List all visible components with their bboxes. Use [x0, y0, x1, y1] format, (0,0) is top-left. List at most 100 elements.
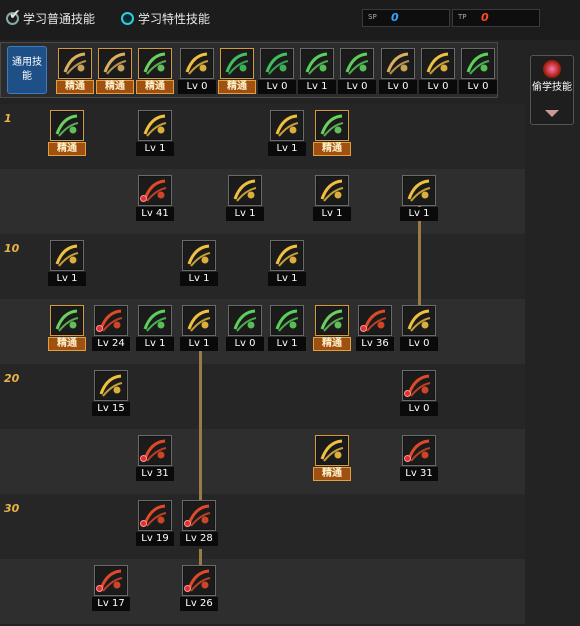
skill-level-label: Lv 26 — [180, 597, 218, 611]
skill-slot[interactable]: Lv 0 — [338, 48, 376, 94]
warning-dot-icon — [404, 455, 411, 462]
chevron-down-icon — [545, 110, 559, 117]
skill-slot[interactable]: Lv 1 — [400, 175, 438, 221]
skill-level-label: Lv 19 — [136, 532, 174, 546]
sp-label: SP — [368, 13, 377, 21]
tree-row — [0, 429, 525, 494]
sp-points-box: SP 0 — [362, 9, 450, 27]
skill-slot[interactable]: Lv 1 — [136, 110, 174, 156]
lightning-icon — [50, 240, 84, 271]
skill-slot[interactable]: Lv 19 — [136, 500, 174, 546]
skill-slot[interactable]: 精通 — [136, 48, 174, 94]
skill-slot[interactable]: 精通 — [313, 110, 351, 156]
checked-radio-icon — [6, 7, 21, 25]
skill-slot[interactable]: Lv 15 — [92, 370, 130, 416]
skill-level-label: 精通 — [313, 142, 351, 156]
skill-slot[interactable]: Lv 17 — [92, 565, 130, 611]
skill-slot[interactable]: Lv 1 — [313, 175, 351, 221]
skill-slot[interactable]: Lv 1 — [180, 240, 218, 286]
warning-dot-icon — [184, 520, 191, 527]
skill-slot[interactable]: Lv 0 — [379, 48, 417, 94]
skill-slot[interactable]: Lv 1 — [48, 240, 86, 286]
eye-icon — [381, 48, 415, 79]
warning-dot-icon — [140, 520, 147, 527]
level-marker: 20 — [4, 372, 20, 385]
tab-general-label: 学习普通技能 — [23, 12, 96, 26]
skill-slot[interactable]: Lv 0 — [258, 48, 296, 94]
skill-slot[interactable]: Lv 28 — [180, 500, 218, 546]
tp-points-box: TP 0 — [452, 9, 540, 27]
strike-figure-icon — [50, 305, 84, 336]
steal-orb-icon — [543, 60, 561, 78]
arc-slash-icon — [270, 110, 304, 141]
tree-row — [0, 364, 525, 429]
sit-figure-icon — [58, 48, 92, 79]
skill-slot[interactable]: 精通 — [56, 48, 94, 94]
skill-level-label: Lv 1 — [313, 207, 351, 221]
tab-special-label: 学习特性技能 — [138, 12, 211, 26]
skill-slot[interactable]: 精通 — [96, 48, 134, 94]
level-marker: 30 — [4, 502, 20, 515]
blade-icon — [138, 305, 172, 336]
shield-icon — [402, 175, 436, 206]
skill-slot[interactable]: 精通 — [48, 305, 86, 351]
skill-level-label: Lv 28 — [180, 532, 218, 546]
chevrons-icon — [228, 175, 262, 206]
skill-level-label: Lv 0 — [459, 80, 497, 94]
skill-slot[interactable]: 精通 — [313, 305, 351, 351]
skill-level-label: 精通 — [96, 80, 134, 94]
skill-slot[interactable]: 精通 — [48, 110, 86, 156]
skill-level-label: Lv 1 — [268, 337, 306, 351]
skill-slot[interactable]: Lv 0 — [400, 305, 438, 351]
skill-level-label: 精通 — [136, 80, 174, 94]
dash-figure-icon — [138, 48, 172, 79]
tp-value: 0 — [481, 11, 489, 24]
skill-slot[interactable]: Lv 1 — [180, 305, 218, 351]
skill-level-label: Lv 0 — [338, 80, 376, 94]
shield-burst-icon — [402, 305, 436, 336]
level-marker: 10 — [4, 242, 20, 255]
wind-slash-icon — [138, 110, 172, 141]
dragon-icon — [270, 240, 304, 271]
skill-level-label: Lv 41 — [136, 207, 174, 221]
skill-slot[interactable]: Lv 1 — [268, 240, 306, 286]
tab-special-skills[interactable]: 学习特性技能 — [121, 10, 210, 27]
skill-slot[interactable]: Lv 0 — [178, 48, 216, 94]
skill-slot[interactable]: 精通 — [313, 435, 351, 481]
tab-general-skills[interactable]: 学习普通技能 — [6, 7, 96, 27]
skill-level-label: 精通 — [48, 142, 86, 156]
skill-slot[interactable]: Lv 24 — [92, 305, 130, 351]
radio-icon — [121, 12, 134, 25]
skill-slot[interactable]: Lv 0 — [400, 370, 438, 416]
tree-row — [0, 494, 525, 559]
skill-level-label: Lv 36 — [356, 337, 394, 351]
skill-slot[interactable]: Lv 0 — [226, 305, 264, 351]
skill-level-label: Lv 1 — [268, 272, 306, 286]
skill-slot[interactable]: Lv 36 — [356, 305, 394, 351]
skill-slot[interactable]: Lv 1 — [136, 305, 174, 351]
skill-slot[interactable]: Lv 1 — [226, 175, 264, 221]
general-skills-label: 通用技能 — [7, 46, 47, 94]
skill-slot[interactable]: Lv 31 — [136, 435, 174, 481]
sp-value: 0 — [391, 11, 399, 24]
warning-dot-icon — [140, 195, 147, 202]
level-marker: 1 — [4, 112, 12, 125]
skill-tree: 1 10 20 30 精通 Lv 1 Lv 1 精通 Lv 41 Lv 1 Lv 1 Lv 1… — [0, 104, 525, 626]
cross-blades-icon — [182, 305, 216, 336]
skill-slot[interactable]: Lv 1 — [298, 48, 336, 94]
skill-level-label: Lv 1 — [180, 337, 218, 351]
skill-level-label: Lv 0 — [419, 80, 457, 94]
steal-skill-button[interactable]: 偷学技能 — [530, 55, 574, 125]
skill-slot[interactable]: Lv 1 — [268, 305, 306, 351]
skill-slot[interactable]: Lv 31 — [400, 435, 438, 481]
slash-text-icon — [50, 110, 84, 141]
skill-slot[interactable]: 精通 — [218, 48, 256, 94]
skill-slot[interactable]: Lv 0 — [419, 48, 457, 94]
spiral-icon — [182, 240, 216, 271]
skill-slot[interactable]: Lv 26 — [180, 565, 218, 611]
skill-slot[interactable]: Lv 41 — [136, 175, 174, 221]
skill-slot[interactable]: Lv 1 — [268, 110, 306, 156]
skill-slot[interactable]: Lv 0 — [459, 48, 497, 94]
wave-icon — [315, 175, 349, 206]
statue-icon — [461, 48, 495, 79]
